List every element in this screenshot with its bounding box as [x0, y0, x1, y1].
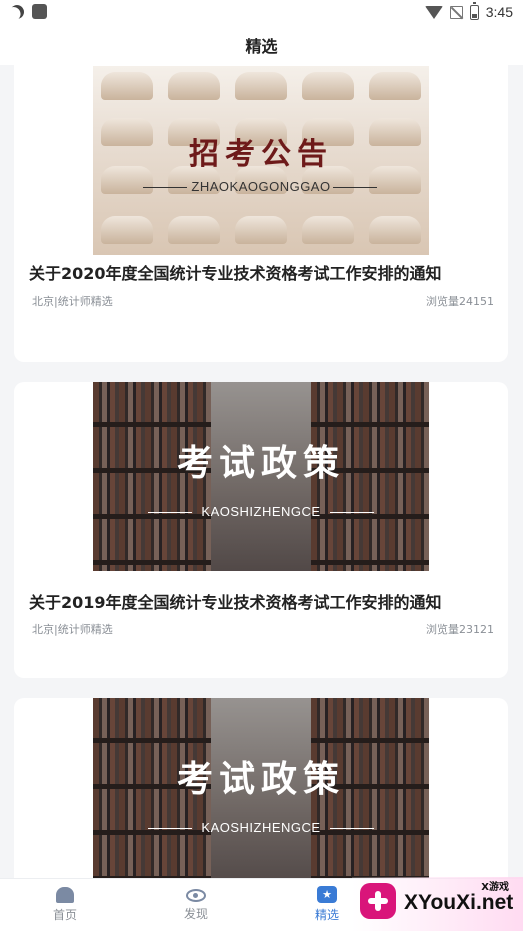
article-views: 浏览量24151: [426, 295, 494, 308]
cover-divider: [333, 187, 377, 188]
cover-subtitle: KAOSHIZHENGCE: [201, 504, 321, 519]
home-icon: [56, 887, 74, 903]
eye-icon: [186, 889, 206, 902]
site-watermark: X游戏 XYouXi.net: [352, 877, 523, 931]
gamepad-logo-icon: [360, 883, 396, 919]
status-bar: 3:45: [0, 0, 523, 25]
watermark-site: XYouXi.net: [404, 891, 514, 914]
cover-title: 考试政策: [176, 443, 345, 484]
article-source: 北京|统计师精选: [32, 295, 113, 308]
article-card[interactable]: 考试政策 KAOSHIZHENGCE: [14, 698, 508, 878]
cover-subtitle: KAOSHIZHENGCE: [201, 820, 321, 835]
article-cover-image[interactable]: 考试政策 KAOSHIZHENGCE: [93, 698, 429, 878]
nav-item-discover[interactable]: 发现: [161, 885, 231, 922]
page-title: 精选: [245, 37, 278, 56]
article-title[interactable]: 关于2019年度全国统计专业技术资格考试工作安排的通知: [29, 589, 442, 613]
notification-square-icon: [32, 4, 47, 19]
battery-icon: [469, 1, 479, 20]
status-left: [10, 4, 47, 19]
article-title[interactable]: 关于2020年度全国统计专业技术资格考试工作安排的通知: [29, 260, 442, 284]
article-card[interactable]: 考试政策 KAOSHIZHENGCE 关于2019年度全国统计专业技术资格考试工…: [14, 382, 508, 678]
cover-divider: [330, 512, 374, 513]
featured-star-icon: ★: [317, 886, 337, 903]
nav-label: 发现: [183, 907, 208, 921]
no-signal-icon: [449, 5, 463, 19]
article-cover-image[interactable]: 考试政策 KAOSHIZHENGCE: [93, 382, 429, 571]
cover-title: 招考公告: [189, 137, 333, 172]
nav-item-home[interactable]: 首页: [30, 885, 100, 923]
article-feed[interactable]: 招考公告 ZHAOKAOGONGGAO 关于2020年度全国统计专业技术资格考试…: [0, 65, 523, 878]
cover-subtitle: ZHAOKAOGONGGAO: [191, 179, 331, 194]
nav-label: 首页: [52, 908, 77, 922]
article-source: 北京|统计师精选: [32, 623, 113, 636]
article-views: 浏览量23121: [426, 623, 494, 636]
cover-divider: [330, 828, 374, 829]
article-card[interactable]: 招考公告 ZHAOKAOGONGGAO 关于2020年度全国统计专业技术资格考试…: [14, 65, 508, 362]
cover-title: 考试政策: [176, 759, 345, 800]
status-right: 3:45: [424, 1, 513, 20]
moon-icon: [7, 2, 26, 21]
status-time: 3:45: [485, 4, 513, 20]
wifi-icon: [424, 5, 443, 19]
article-cover-image[interactable]: 招考公告 ZHAOKAOGONGGAO: [93, 66, 429, 255]
top-header: 精选: [0, 25, 523, 65]
